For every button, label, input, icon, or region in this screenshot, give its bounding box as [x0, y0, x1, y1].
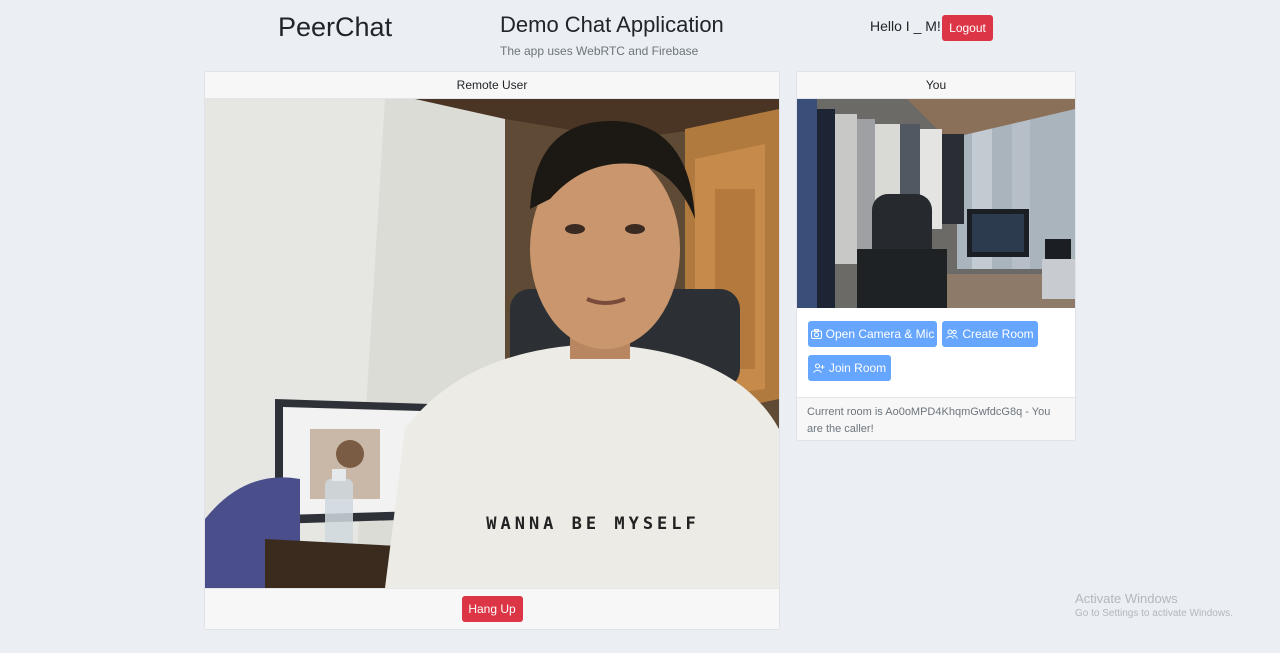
app-title: Demo Chat Application: [500, 12, 724, 37]
people-icon: [946, 329, 959, 339]
local-user-card: You Open Camera & Mic Create Room Join R…: [796, 71, 1076, 441]
logout-button[interactable]: Logout: [942, 15, 993, 41]
remote-video: WANNA BE MYSELF: [205, 99, 779, 588]
local-video-frame: [797, 99, 1075, 308]
activate-windows-subtitle: Go to Settings to activate Windows.: [1075, 608, 1233, 619]
create-room-button[interactable]: Create Room: [942, 321, 1038, 347]
app-subtitle: The app uses WebRTC and Firebase: [500, 44, 699, 58]
user-greeting: Hello I _ M!: [870, 18, 941, 34]
create-room-label: Create Room: [962, 327, 1034, 341]
local-video: [797, 99, 1075, 308]
brand: PeerChat: [278, 12, 393, 42]
activate-windows-title: Activate Windows: [1075, 591, 1178, 606]
join-room-button[interactable]: Join Room: [808, 355, 891, 381]
camera-icon: [810, 329, 822, 339]
remote-video-frame: WANNA BE MYSELF: [205, 99, 779, 588]
person-add-icon: [812, 363, 825, 373]
join-room-label: Join Room: [828, 361, 887, 375]
open-camera-mic-button[interactable]: Open Camera & Mic: [808, 321, 937, 347]
hang-up-button[interactable]: Hang Up: [461, 596, 523, 622]
room-status: Current room is Ao0oMPD4KhqmGwfdcG8q - Y…: [797, 397, 1075, 440]
local-user-header: You: [797, 72, 1075, 99]
remote-user-card: Remote User WANNA BE MYSELF Hang Up: [204, 71, 780, 630]
shirt-text: WANNA BE MYSELF: [486, 514, 700, 534]
open-camera-mic-label: Open Camera & Mic: [825, 327, 935, 341]
local-controls: Open Camera & Mic Create Room Join Room: [797, 308, 1075, 397]
remote-footer: Hang Up: [205, 588, 779, 629]
remote-user-header: Remote User: [205, 72, 779, 99]
